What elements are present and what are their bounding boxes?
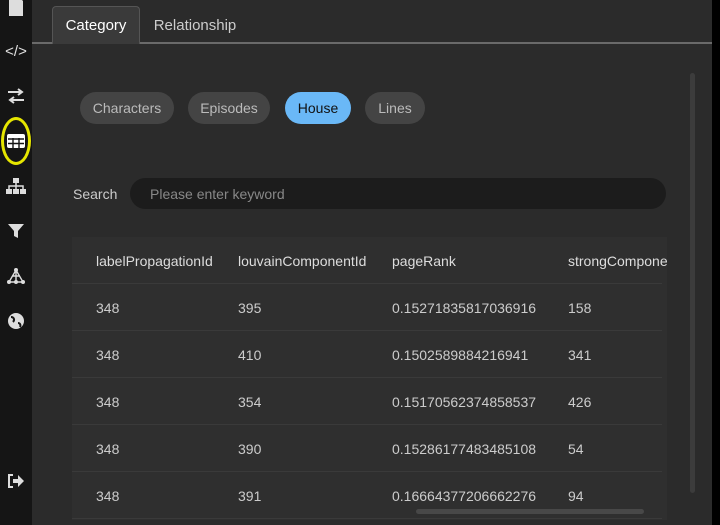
table-cell: 395 xyxy=(238,300,262,316)
category-characters[interactable]: Characters xyxy=(80,92,174,124)
hierarchy-icon[interactable] xyxy=(4,174,28,198)
search-label: Search xyxy=(73,186,118,202)
tab-category[interactable]: Category xyxy=(52,6,140,44)
logout-icon[interactable] xyxy=(4,469,28,493)
table-cell: 0.15170562374858537 xyxy=(392,394,537,410)
table-row[interactable]: 348 354 0.15170562374858537 426 xyxy=(72,378,662,425)
table-cell: 391 xyxy=(238,488,262,504)
panel-scrollbar[interactable] xyxy=(690,73,695,493)
category-house[interactable]: House xyxy=(285,92,351,124)
code-icon[interactable]: </> xyxy=(4,39,28,63)
table-row[interactable]: 348 395 0.15271835817036916 158 xyxy=(72,284,662,331)
file-icon[interactable] xyxy=(4,0,28,18)
table-cell: 0.16664377206662276 xyxy=(392,488,537,504)
search-input[interactable] xyxy=(130,178,666,209)
sidebar: </> xyxy=(0,0,32,525)
table-cell: 348 xyxy=(96,441,120,457)
table-cell: 54 xyxy=(568,441,584,457)
table-cell: 0.1502589884216941 xyxy=(392,347,529,363)
swap-icon[interactable] xyxy=(4,84,28,108)
table-cell: 348 xyxy=(96,347,120,363)
window-edge xyxy=(712,0,720,525)
data-table: labelPropagationId louvainComponentId pa… xyxy=(72,237,667,520)
column-header[interactable]: pageRank xyxy=(392,253,456,269)
table-cell: 354 xyxy=(238,394,262,410)
table-cell: 348 xyxy=(96,488,120,504)
column-header[interactable]: louvainComponentId xyxy=(238,253,366,269)
table-cell: 410 xyxy=(238,347,262,363)
table-cell: 0.15271835817036916 xyxy=(392,300,537,316)
table-row[interactable]: 348 390 0.15286177483485108 54 xyxy=(72,425,662,472)
tab-relationship[interactable]: Relationship xyxy=(150,6,240,44)
table-row[interactable]: 348 410 0.1502589884216941 341 xyxy=(72,331,662,378)
filter-icon[interactable] xyxy=(4,219,28,243)
column-header[interactable]: labelPropagationId xyxy=(96,253,213,269)
main-panel: Category Relationship Characters Episode… xyxy=(32,0,712,525)
table-cell: 348 xyxy=(96,300,120,316)
table-cell: 0.15286177483485108 xyxy=(392,441,537,457)
table-horizontal-scrollbar[interactable] xyxy=(416,509,644,514)
table-cell: 94 xyxy=(568,488,584,504)
highlight-ring xyxy=(1,117,31,165)
tab-bar: Category Relationship xyxy=(32,0,712,44)
table-cell: 158 xyxy=(568,300,592,316)
table-header: labelPropagationId louvainComponentId pa… xyxy=(72,237,667,284)
table-cell: 390 xyxy=(238,441,262,457)
table-cell: 348 xyxy=(96,394,120,410)
globe-icon[interactable] xyxy=(4,309,28,333)
table-cell: 341 xyxy=(568,347,592,363)
network-icon[interactable] xyxy=(4,264,28,288)
category-episodes[interactable]: Episodes xyxy=(188,92,270,124)
category-lines[interactable]: Lines xyxy=(365,92,425,124)
column-header[interactable]: strongCompone xyxy=(568,253,667,269)
table-cell: 426 xyxy=(568,394,592,410)
